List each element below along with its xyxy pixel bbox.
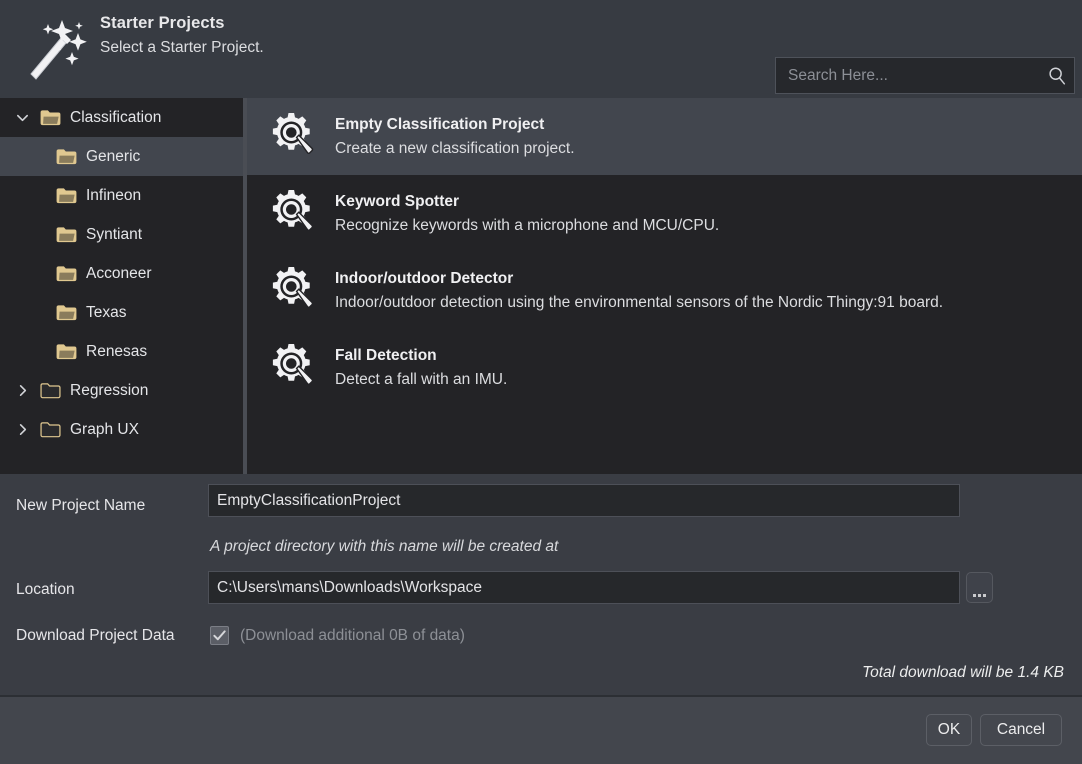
project-text-block: Empty Classification Project Create a new… xyxy=(335,116,575,158)
gear-search-icon xyxy=(267,265,319,317)
project-text-block: Keyword Spotter Recognize keywords with a… xyxy=(335,193,719,235)
starter-projects-dialog: Starter Projects Select a Starter Projec… xyxy=(0,0,1082,764)
project-title: Fall Detection xyxy=(335,346,437,364)
project-description: Create a new classification project. xyxy=(335,139,575,157)
project-description: Indoor/outdoor detection using the envir… xyxy=(335,293,944,311)
search-box[interactable] xyxy=(775,57,1075,94)
cancel-button[interactable]: Cancel xyxy=(980,714,1062,746)
tree-item-classification[interactable]: Classification xyxy=(0,98,243,137)
dialog-header: Starter Projects Select a Starter Projec… xyxy=(0,0,1082,98)
magic-wand-icon xyxy=(16,8,92,84)
header-text-block: Starter Projects Select a Starter Projec… xyxy=(100,14,264,57)
project-list-item[interactable]: Indoor/outdoor Detector Indoor/outdoor de… xyxy=(247,252,1082,329)
project-list-item[interactable]: Fall Detection Detect a fall with an IMU. xyxy=(247,329,1082,406)
folder-closed-icon xyxy=(36,421,64,438)
browse-location-button[interactable] xyxy=(966,572,993,603)
folder-open-icon xyxy=(52,304,80,321)
category-tree[interactable]: Classification Generic Infineon Syntiant Acc… xyxy=(0,98,243,474)
project-directory-hint: A project directory with this name will … xyxy=(210,538,559,555)
folder-closed-icon xyxy=(36,382,64,399)
dot-2-icon xyxy=(978,594,981,597)
folder-open-icon xyxy=(52,187,80,204)
tree-item-regression[interactable]: Regression xyxy=(0,371,243,410)
project-text-block: Indoor/outdoor Detector Indoor/outdoor de… xyxy=(335,270,943,312)
chevron-right-icon[interactable] xyxy=(8,422,36,437)
project-description: Detect a fall with an IMU. xyxy=(335,370,508,388)
download-size-note: (Download additional 0B of data) xyxy=(240,627,465,644)
dialog-footer xyxy=(0,697,1082,764)
tree-item-label: Texas xyxy=(86,303,127,321)
folder-open-icon xyxy=(52,148,80,165)
tree-item-label: Renesas xyxy=(86,342,148,360)
project-text-block: Fall Detection Detect a fall with an IMU. xyxy=(335,347,507,389)
tree-item-label: Syntiant xyxy=(86,225,143,243)
tree-item-label: Infineon xyxy=(86,186,142,204)
location-input[interactable] xyxy=(208,571,960,604)
folder-open-icon xyxy=(52,226,80,243)
tree-item-acconeer[interactable]: Acconeer xyxy=(0,254,243,293)
checkmark-icon xyxy=(213,630,226,641)
tree-item-label: Graph UX xyxy=(70,420,139,438)
search-icon[interactable] xyxy=(1040,58,1074,93)
project-description: Recognize keywords with a microphone and… xyxy=(335,216,720,234)
gear-search-icon xyxy=(267,188,319,240)
page-subtitle: Select a Starter Project. xyxy=(100,39,264,56)
tree-item-label: Generic xyxy=(86,147,141,165)
new-project-name-input[interactable] xyxy=(208,484,960,517)
project-list-item[interactable]: Keyword Spotter Recognize keywords with a… xyxy=(247,175,1082,252)
dot-1-icon xyxy=(973,594,976,597)
project-title: Indoor/outdoor Detector xyxy=(335,269,514,287)
project-list[interactable]: Empty Classification Project Create a new… xyxy=(247,98,1082,474)
dot-3-icon xyxy=(983,594,986,597)
tree-item-label: Regression xyxy=(70,381,149,399)
project-list-item[interactable]: Empty Classification Project Create a new… xyxy=(247,98,1082,175)
tree-item-label: Acconeer xyxy=(86,264,152,282)
tree-item-infineon[interactable]: Infineon xyxy=(0,176,243,215)
project-form: New Project Name A project directory wit… xyxy=(0,474,1082,695)
gear-search-icon xyxy=(267,111,319,163)
tree-item-renesas[interactable]: Renesas xyxy=(0,332,243,371)
location-label: Location xyxy=(16,581,75,598)
page-title: Starter Projects xyxy=(100,14,225,32)
gear-search-icon xyxy=(267,342,319,394)
tree-item-label: Classification xyxy=(70,108,162,126)
folder-open-icon xyxy=(52,343,80,360)
search-input[interactable] xyxy=(776,58,1040,93)
chevron-down-icon[interactable] xyxy=(8,110,36,125)
chevron-right-icon[interactable] xyxy=(8,383,36,398)
tree-item-syntiant[interactable]: Syntiant xyxy=(0,215,243,254)
ok-button[interactable]: OK xyxy=(926,714,972,746)
folder-open-icon xyxy=(52,265,80,282)
download-project-data-label: Download Project Data xyxy=(16,627,175,644)
tree-item-texas[interactable]: Texas xyxy=(0,293,243,332)
folder-open-icon xyxy=(36,109,64,126)
tree-item-generic[interactable]: Generic xyxy=(0,137,243,176)
project-title: Keyword Spotter xyxy=(335,192,460,210)
total-download-text: Total download will be 1.4 KB xyxy=(862,664,1064,681)
tree-item-graph-ux[interactable]: Graph UX xyxy=(0,410,243,449)
project-title: Empty Classification Project xyxy=(335,115,545,133)
new-project-name-label: New Project Name xyxy=(16,497,146,514)
download-project-data-checkbox[interactable] xyxy=(210,626,229,645)
